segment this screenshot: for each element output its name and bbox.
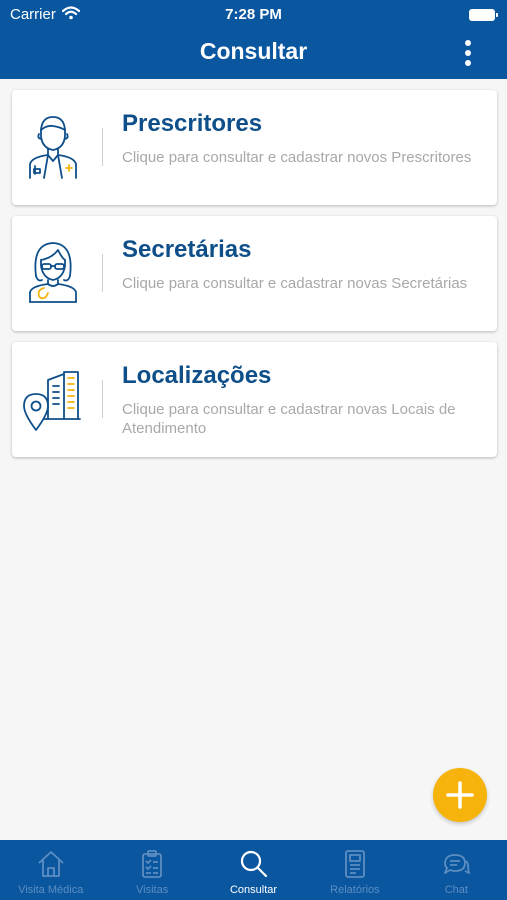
status-bar: Carrier 7:28 PM [0, 4, 507, 26]
tab-label: Chat [444, 884, 468, 896]
card-title: Prescritores [122, 110, 263, 137]
search-icon [239, 849, 269, 884]
page-title: Consultar [199, 38, 308, 64]
card-title: Localizações [122, 362, 272, 389]
divider [102, 380, 103, 418]
card-prescritores[interactable]: Prescritores Clique para consultar e cad… [12, 90, 497, 205]
battery-icon [469, 9, 498, 21]
divider [102, 254, 103, 292]
tab-consultar[interactable]: Consultar [203, 840, 304, 900]
card-description: Clique para consultar e cadastrar novas … [122, 401, 456, 437]
top-bar: Carrier 7:28 PM Consultar [0, 0, 507, 79]
add-button[interactable] [433, 768, 487, 822]
card-description: Clique para consultar e cadastrar novos … [122, 149, 472, 166]
divider [102, 128, 103, 166]
card-secretarias[interactable]: Secretárias Clique para consultar e cada… [12, 216, 497, 331]
tab-chat[interactable]: Chat [406, 840, 507, 900]
card-description: Clique para consultar e cadastrar novas … [122, 275, 468, 292]
doctor-icon [22, 112, 84, 180]
tab-label: Consultar [229, 884, 278, 896]
clock: 7:28 PM [225, 6, 282, 23]
more-dot-icon [465, 40, 471, 46]
plus-icon [446, 781, 474, 809]
tab-visitas[interactable]: Visitas [101, 840, 202, 900]
tab-bar: Visita Médica Visitas Consultar Relatóri… [0, 840, 507, 900]
report-icon [340, 849, 370, 884]
more-dot-icon [465, 60, 471, 66]
tab-label: Visitas [136, 884, 169, 896]
home-icon [36, 849, 66, 884]
chat-icon [441, 849, 471, 884]
location-building-icon [22, 364, 84, 432]
more-dot-icon [465, 50, 471, 56]
tab-label: Visita Médica [18, 884, 84, 896]
more-options-button[interactable] [463, 40, 473, 66]
card-title: Secretárias [122, 236, 252, 263]
secretary-icon [22, 238, 84, 306]
card-localizacoes[interactable]: Localizações Clique para consultar e cad… [12, 342, 497, 457]
tab-relatorios[interactable]: Relatórios [304, 840, 405, 900]
clipboard-icon [137, 849, 167, 884]
tab-visita-medica[interactable]: Visita Médica [0, 840, 101, 900]
tab-label: Relatórios [330, 884, 380, 896]
